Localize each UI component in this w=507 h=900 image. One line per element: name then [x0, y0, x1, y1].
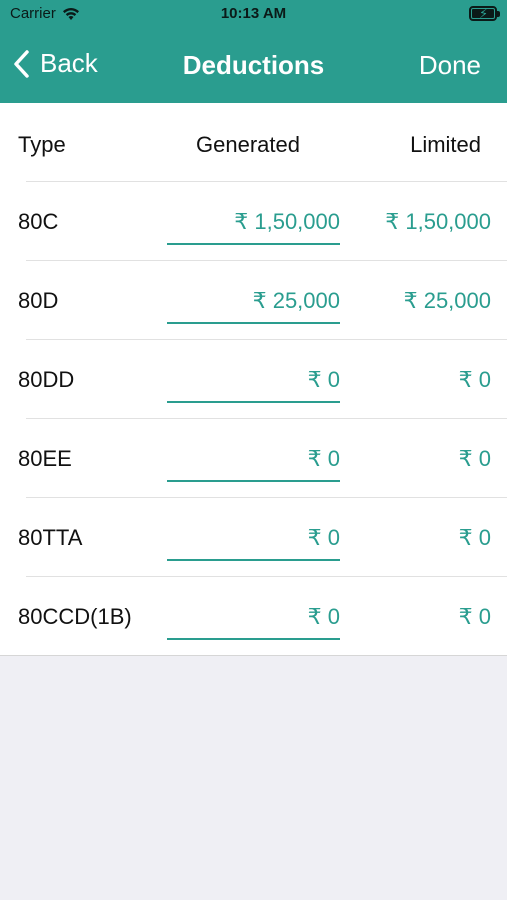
generated-amount-field[interactable]: ₹ 0 [167, 523, 340, 561]
row-type: 80C [18, 209, 59, 234]
table-row: 80EE ₹ 0 ₹ 0 [18, 418, 507, 497]
limited-amount: ₹ 0 [458, 367, 491, 392]
limited-amount: ₹ 0 [458, 525, 491, 550]
table-row: 80CCD(1B) ₹ 0 ₹ 0 [18, 576, 507, 655]
generated-amount-field[interactable]: ₹ 0 [167, 444, 340, 482]
header-type: Type [18, 132, 66, 157]
status-bar: Carrier 10:13 AM ⚡ [0, 0, 507, 28]
charging-bolt-icon: ⚡ [479, 6, 489, 21]
top-bar: Carrier 10:13 AM ⚡ Back Deductions Done [0, 0, 507, 103]
row-type: 80CCD(1B) [18, 604, 132, 629]
generated-amount-field[interactable]: ₹ 0 [167, 365, 340, 403]
limited-amount: ₹ 25,000 [403, 288, 491, 313]
header-generated: Generated [196, 132, 300, 157]
table-header: Type Generated Limited [0, 103, 507, 181]
table-row: 80D ₹ 25,000 ₹ 25,000 [18, 260, 507, 339]
navigation-bar: Back Deductions Done [0, 28, 507, 103]
generated-amount-field[interactable]: ₹ 25,000 [167, 286, 340, 324]
table-row: 80DD ₹ 0 ₹ 0 [18, 339, 507, 418]
row-type: 80D [18, 288, 59, 313]
status-time: 10:13 AM [220, 5, 287, 22]
battery-charging-icon: ⚡ [469, 6, 500, 21]
generated-amount-field[interactable]: ₹ 1,50,000 [167, 207, 340, 245]
row-type: 80TTA [18, 525, 83, 550]
table-bottom-divider [0, 655, 507, 656]
deductions-table: Type Generated Limited 80C ₹ 1,50,000 ₹ … [0, 103, 507, 656]
row-type: 80DD [18, 367, 75, 392]
generated-amount-field[interactable]: ₹ 0 [167, 602, 340, 640]
table-row: 80TTA ₹ 0 ₹ 0 [18, 497, 507, 576]
limited-amount: ₹ 0 [458, 604, 491, 629]
done-button[interactable]: Done [419, 50, 481, 81]
table-row: 80C ₹ 1,50,000 ₹ 1,50,000 [18, 181, 507, 260]
row-type: 80EE [18, 446, 72, 471]
deductions-screen: Carrier 10:13 AM ⚡ Back Deductions Done … [0, 0, 507, 900]
header-limited: Limited [410, 132, 481, 157]
limited-amount: ₹ 1,50,000 [385, 209, 491, 234]
limited-amount: ₹ 0 [458, 446, 491, 471]
